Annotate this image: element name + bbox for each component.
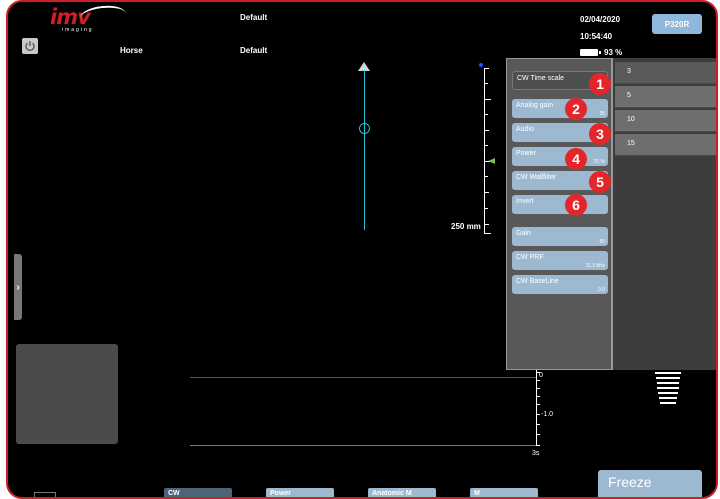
freeze-button[interactable]: Freeze (598, 470, 702, 497)
velocity-neg-label: -1.0 (541, 411, 554, 418)
button-value: 50 (599, 239, 605, 245)
velocity-zero-label: 0 (539, 372, 543, 379)
tab-m[interactable]: M (470, 488, 538, 497)
gain-bar-icon (654, 362, 682, 416)
corner-icon[interactable] (34, 492, 56, 497)
callout-badge-6: 6 (565, 194, 587, 216)
settings-panel: CW Time scale Analog gain 35 Audio Power… (506, 58, 612, 370)
button-label: CW PRF (516, 254, 544, 261)
time-scale-label: 3s (532, 450, 540, 457)
button-label: CW Wallfilter (516, 174, 557, 181)
imv-logo: imv imaging (50, 3, 127, 33)
gain-button[interactable]: Gain 50 (512, 227, 608, 246)
tab-cw[interactable]: CW (164, 488, 232, 497)
button-label: Invert (516, 198, 534, 205)
sample-gate-marker[interactable] (359, 123, 370, 134)
callout-badge-1: 1 (589, 73, 611, 95)
cw-cursor-line[interactable] (364, 70, 365, 230)
cw-prf-button[interactable]: CW PRF 11.3 kHz (512, 251, 608, 270)
preset-top: Default (240, 13, 268, 22)
callout-badge-4: 4 (565, 148, 587, 170)
depth-label: 250 mm (451, 222, 481, 231)
power-button[interactable] (22, 38, 38, 54)
button-value: 11.3 kHz (585, 263, 605, 269)
analog-gain-button[interactable]: Analog gain 35 (512, 99, 608, 118)
invert-button[interactable]: Invert (512, 195, 608, 214)
button-label: Power (516, 150, 536, 157)
button-label: Analog gain (516, 102, 553, 109)
button-value: 35 (599, 111, 605, 117)
button-label: Audio (516, 126, 534, 133)
time-axis (190, 445, 536, 446)
tab-power[interactable]: Power (266, 488, 334, 497)
thumbnail-area[interactable] (16, 344, 118, 444)
button-label: CW BaseLine (516, 278, 559, 285)
depth-scale (484, 68, 492, 234)
power-icon (25, 41, 35, 52)
callout-badge-5: 5 (589, 171, 611, 193)
preset-sub: Default (240, 46, 268, 55)
ultrasound-screen: imv imaging Default Horse Default 02/04/… (6, 0, 718, 499)
battery-level: 93 % (604, 48, 623, 57)
option-item[interactable]: 10 (615, 110, 716, 132)
option-item[interactable]: 3 (615, 62, 716, 84)
side-panel-toggle[interactable]: › (14, 254, 22, 320)
probe-button[interactable]: P320R (652, 14, 702, 34)
date: 02/04/2020 (580, 15, 621, 24)
patient-animal: Horse (120, 46, 143, 55)
orientation-dot (479, 63, 483, 67)
doppler-baseline (190, 377, 536, 378)
velocity-axis (536, 364, 540, 446)
option-item[interactable]: 15 (615, 134, 716, 156)
button-value: 70 % (593, 159, 605, 165)
battery-icon (580, 49, 601, 56)
button-value: 0.0 (598, 287, 605, 293)
logo-subtext: imaging (62, 27, 94, 33)
button-label: CW Time scale (517, 75, 565, 82)
time: 10:54:40 (580, 32, 613, 41)
cw-baseline-button[interactable]: CW BaseLine 0.0 (512, 275, 608, 294)
focus-marker[interactable] (488, 158, 495, 164)
callout-badge-2: 2 (565, 98, 587, 120)
callout-badge-3: 3 (589, 123, 611, 145)
option-item[interactable]: 5 (615, 86, 716, 108)
button-label: Gain (516, 230, 531, 237)
time-scale-options: 3 5 10 15 (612, 58, 716, 370)
chevron-right-icon: › (16, 281, 20, 293)
tab-anatomic-m[interactable]: Anatomic M (368, 488, 436, 497)
power-setting-button[interactable]: Power 70 % (512, 147, 608, 166)
